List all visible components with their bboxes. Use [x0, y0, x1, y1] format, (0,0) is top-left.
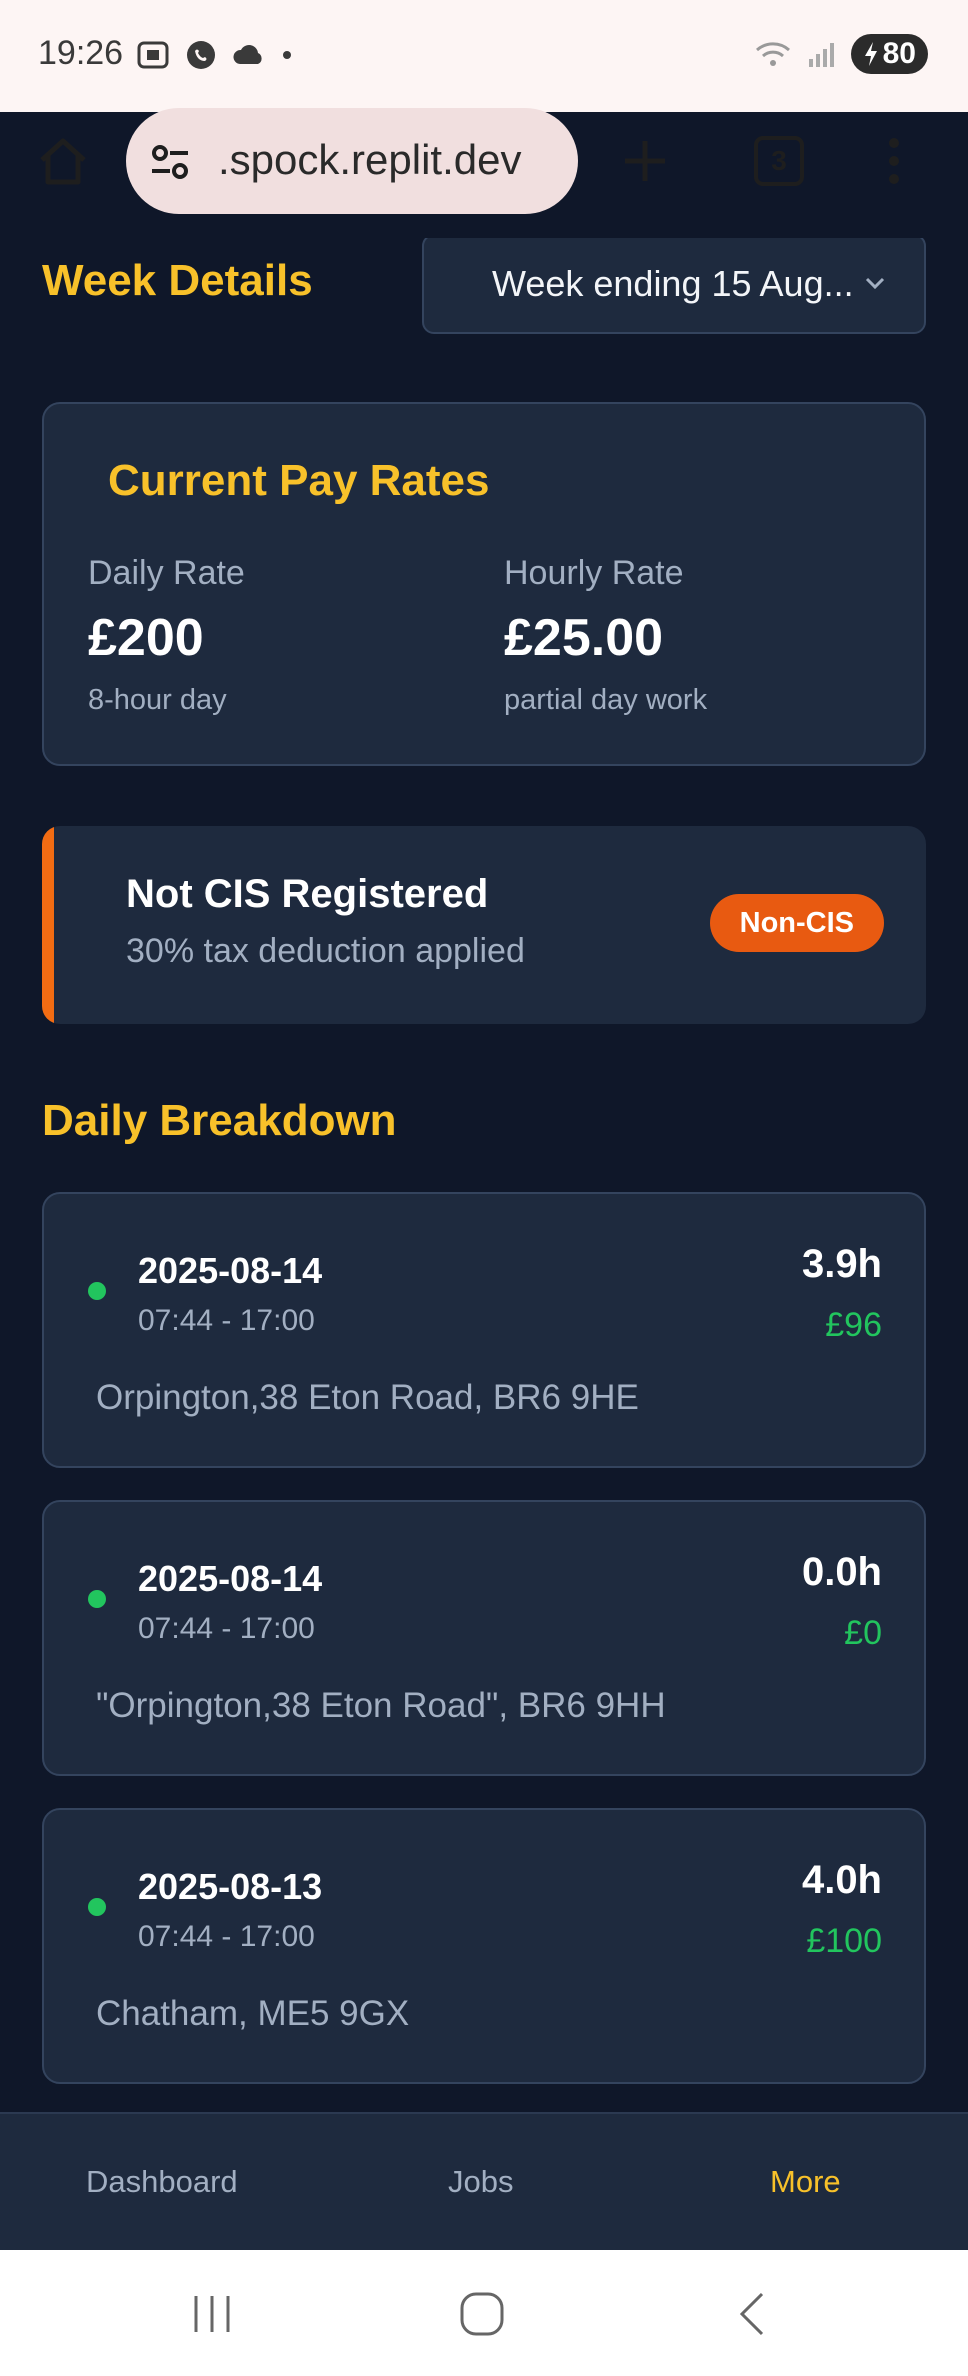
daily-breakdown-title: Daily Breakdown — [42, 1096, 397, 1145]
nav-jobs[interactable]: Jobs — [448, 2164, 513, 2200]
day-pay: £100 — [806, 1922, 882, 1960]
url-text[interactable]: .spock.replit.dev — [218, 136, 521, 184]
day-hours: 4.0h — [801, 1858, 882, 1902]
tab-switcher-button[interactable]: 3 — [754, 136, 804, 186]
bottom-nav: Dashboard Jobs More — [0, 2112, 968, 2250]
day-date: 2025-08-13 — [138, 1866, 323, 1907]
hourly-rate-value: £25.00 — [504, 609, 664, 667]
new-tab-icon[interactable] — [620, 136, 670, 186]
hourly-rate-label: Hourly Rate — [504, 554, 684, 592]
recent-apps-icon[interactable] — [190, 2292, 234, 2336]
pay-rates-card: Current Pay Rates Daily Rate £200 8-hour… — [42, 402, 926, 766]
cis-status-card: Not CIS Registered 30% tax deduction app… — [42, 826, 926, 1024]
system-nav-bar — [0, 2250, 968, 2376]
page-content: Week Details Week ending 15 Aug... Curre… — [0, 238, 968, 2112]
week-details-title: Week Details — [42, 256, 313, 305]
week-select-value: Week ending 15 Aug... — [492, 263, 854, 304]
day-location: "Orpington,38 Eton Road", BR6 9HH — [96, 1686, 666, 1725]
daily-rate-value: £200 — [88, 609, 204, 667]
day-pay: £0 — [844, 1614, 882, 1652]
cis-status-title: Not CIS Registered — [126, 872, 489, 916]
home-icon[interactable] — [36, 134, 90, 188]
status-dot-icon — [88, 1590, 106, 1608]
day-hours: 3.9h — [801, 1242, 882, 1286]
overflow-menu-icon[interactable] — [886, 136, 902, 186]
day-date: 2025-08-14 — [138, 1558, 323, 1599]
hourly-rate-note: partial day work — [504, 684, 708, 716]
day-hours: 0.0h — [801, 1550, 882, 1594]
daily-rate-label: Daily Rate — [88, 554, 245, 592]
daily-rate-note: 8-hour day — [88, 684, 227, 716]
status-dot-icon — [88, 1898, 106, 1916]
status-dot-icon — [88, 1282, 106, 1300]
site-settings-icon[interactable] — [150, 142, 190, 182]
url-bar[interactable]: .spock.replit.dev — [126, 108, 578, 214]
non-cis-badge: Non-CIS — [709, 894, 884, 952]
day-entry-card[interactable]: 2025-08-13 07:44 - 17:00 4.0h £100 Chath… — [42, 1808, 926, 2084]
back-icon[interactable] — [732, 2290, 772, 2338]
pay-rates-title: Current Pay Rates — [108, 456, 490, 505]
day-entry-card[interactable]: 2025-08-14 07:44 - 17:00 0.0h £0 "Orping… — [42, 1500, 926, 1776]
tab-count: 3 — [771, 145, 787, 176]
day-location: Orpington,38 Eton Road, BR6 9HE — [96, 1378, 639, 1417]
day-time-range: 07:44 - 17:00 — [138, 1304, 315, 1337]
chevron-down-icon — [865, 277, 885, 290]
day-date: 2025-08-14 — [138, 1250, 323, 1291]
cis-status-subtitle: 30% tax deduction applied — [126, 932, 525, 970]
home-nav-icon[interactable] — [458, 2290, 506, 2338]
nav-more[interactable]: More — [770, 2164, 841, 2200]
day-location: Chatham, ME5 9GX — [96, 1994, 410, 2033]
day-pay: £96 — [825, 1306, 882, 1344]
day-entry-card[interactable]: 2025-08-14 07:44 - 17:00 3.9h £96 Orping… — [42, 1192, 926, 1468]
day-time-range: 07:44 - 17:00 — [138, 1920, 315, 1953]
week-select[interactable]: Week ending 15 Aug... — [422, 238, 926, 334]
nav-dashboard[interactable]: Dashboard — [86, 2164, 238, 2200]
day-time-range: 07:44 - 17:00 — [138, 1612, 315, 1645]
browser-toolbar: .spock.replit.dev 3 — [0, 0, 968, 238]
cis-accent-bar — [42, 826, 54, 1024]
